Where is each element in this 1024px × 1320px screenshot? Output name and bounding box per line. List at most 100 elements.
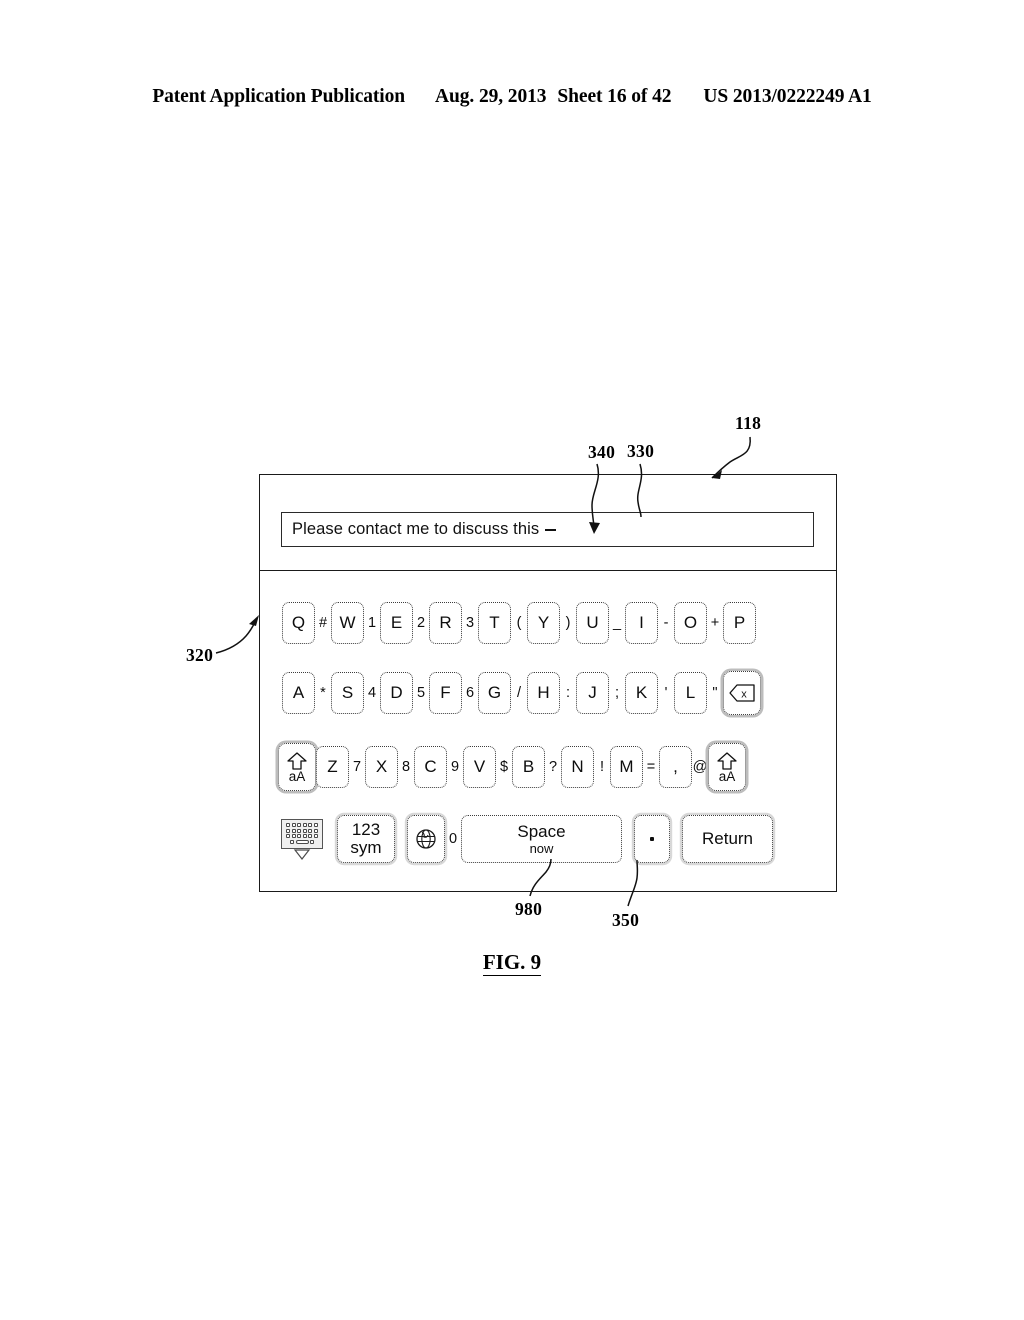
key-q-label: Q [291,613,306,632]
key-comma-label: , [673,757,678,776]
key-shift-right[interactable]: aA [708,743,746,791]
sym-hyphen[interactable]: - [658,616,674,631]
key-j[interactable]: J [576,672,609,714]
chevron-down-icon [293,848,311,860]
sym-quote[interactable]: " [707,686,723,701]
key-a[interactable]: A [282,672,315,714]
text-input-field[interactable]: Please contact me to discuss this [281,512,814,547]
key-shift-right-label: aA [718,768,736,784]
key-v[interactable]: V [463,746,496,788]
sym-at[interactable]: @ [692,760,708,775]
key-s[interactable]: S [331,672,364,714]
key-r-label: R [439,613,452,632]
key-x[interactable]: X [365,746,398,788]
key-r[interactable]: R [429,602,462,644]
keyboard-row-3: aA Z 7 X 8 C 9 V $ B? N! M =, @ aA [259,740,837,794]
sym-apostrophe[interactable]: ' [658,686,674,701]
sym-zero: 0 [448,830,458,847]
sym-paren-close[interactable]: ) [560,616,576,631]
key-h[interactable]: H [527,672,560,714]
word-suggestion: now [529,841,554,856]
figure-caption: FIG. 9 [0,950,1024,976]
sym-plus[interactable]: + [707,616,723,631]
key-s-label: S [341,683,354,702]
sym-4[interactable]: 4 [364,686,380,701]
key-f[interactable]: F [429,672,462,714]
key-shift-left[interactable]: aA [278,743,316,791]
sym-paren-open[interactable]: ( [511,616,527,631]
sym-9[interactable]: 9 [447,760,463,775]
sym-5[interactable]: 5 [413,686,429,701]
key-c-label: C [424,757,437,776]
key-p-label: P [733,613,746,632]
key-backspace[interactable]: x [723,671,761,715]
key-z-label: Z [327,757,338,776]
sym-asterisk[interactable]: * [315,686,331,701]
key-o[interactable]: O [674,602,707,644]
sym-3[interactable]: 3 [462,616,478,631]
key-123-sym[interactable]: 123 sym [337,815,395,863]
key-q[interactable]: Q [282,602,315,644]
period-dot [650,837,654,841]
key-b[interactable]: B [512,746,545,788]
keyboard-row-4: 123 sym 0 Space now Return [259,812,837,866]
key-g[interactable]: G [478,672,511,714]
sym-1[interactable]: 1 [364,616,380,631]
sym-hash[interactable]: # [315,616,331,631]
sym-semicolon[interactable]: ; [609,686,625,701]
key-i-label: I [639,613,644,632]
virtual-keyboard[interactable]: Q # W 1 E 2 R 3 T(Y) U _ I - O + P A * S 4 D 5 F 6 G / H: J; K ' L " x … [259,570,837,892]
key-y-label: Y [537,613,550,632]
sym-question[interactable]: ? [545,760,561,775]
key-y[interactable]: Y [527,602,560,644]
sym-dollar[interactable]: $ [496,760,512,775]
sym-equals[interactable]: = [643,760,659,775]
key-z[interactable]: Z [316,746,349,788]
key-g-label: G [487,683,502,702]
sym-2[interactable]: 2 [413,616,429,631]
sym-8[interactable]: 8 [398,760,414,775]
sym-exclaim[interactable]: ! [594,760,610,775]
key-n[interactable]: N [561,746,594,788]
sym-underscore[interactable]: _ [609,616,625,631]
key-v-label: V [473,757,486,776]
key-d-label: D [390,683,403,702]
key-return[interactable]: Return [682,815,773,863]
sym-6[interactable]: 6 [462,686,478,701]
key-k[interactable]: K [625,672,658,714]
key-d[interactable]: D [380,672,413,714]
shift-arrow-icon [717,752,737,770]
key-comma[interactable]: , [659,746,692,788]
ref-350: 350 [612,910,640,930]
keyboard-row-1: Q # W 1 E 2 R 3 T ( Y) U _ I - O + P [259,598,837,648]
key-p[interactable]: P [723,602,756,644]
key-return-label: Return [701,829,754,848]
key-u-label: U [586,613,599,632]
key-m-label: M [619,757,634,776]
key-w[interactable]: W [331,602,364,644]
key-e[interactable]: E [380,602,413,644]
sym-colon[interactable]: : [560,686,576,701]
key-i[interactable]: I [625,602,658,644]
key-space[interactable]: Space now [461,815,622,863]
key-t[interactable]: T [478,602,511,644]
sym-slash[interactable]: / [511,686,527,701]
key-period[interactable] [634,815,670,863]
key-c[interactable]: C [414,746,447,788]
key-w-label: W [339,613,356,632]
key-l-label: L [685,683,696,702]
key-m[interactable]: M [610,746,643,788]
key-k-label: K [635,683,648,702]
globe-icon [416,829,436,849]
keyboard-dismiss-icon[interactable] [278,817,326,861]
key-n-label: N [571,757,584,776]
ref-330: 330 [627,441,655,461]
ref-980: 980 [515,899,543,919]
text-input-value: Please contact me to discuss this [292,520,544,538]
key-f-label: F [440,683,451,702]
ref-340: 340 [588,442,616,462]
key-u[interactable]: U [576,602,609,644]
key-globe[interactable] [407,815,445,863]
key-l[interactable]: L [674,672,707,714]
sym-7[interactable]: 7 [349,760,365,775]
